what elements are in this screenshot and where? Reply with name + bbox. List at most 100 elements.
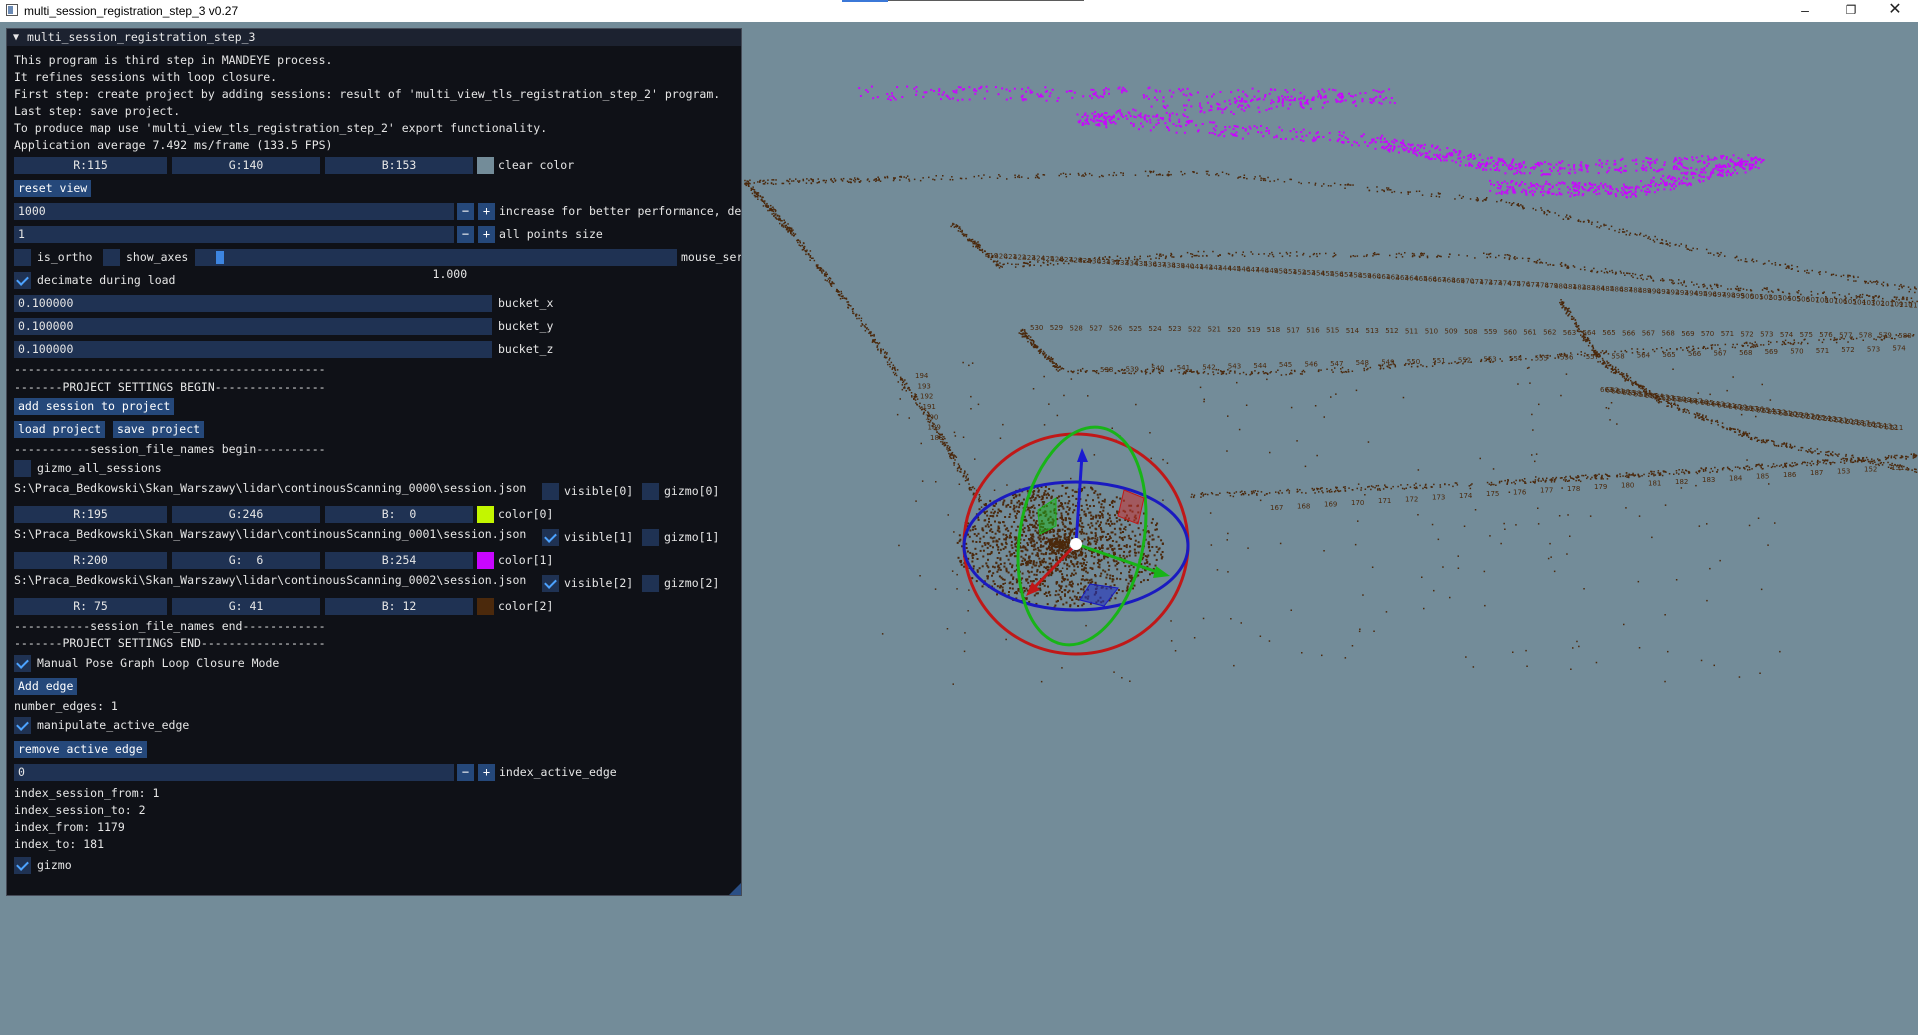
app-icon	[6, 4, 18, 16]
trajectory-index-label: 173	[1432, 494, 1445, 502]
trajectory-index-label: 538	[1100, 366, 1113, 374]
point-size-minus-button[interactable]: −	[457, 226, 474, 243]
add-edge-button[interactable]: Add edge	[14, 678, 78, 695]
decimation-plus-button[interactable]: +	[478, 203, 495, 220]
trajectory-index-label: 511	[1405, 327, 1418, 335]
session-0-path: S:\Praca_Bedkowski\Skan_Warszawy\lidar\c…	[14, 481, 527, 495]
session-0-color-g[interactable]: G:246	[167, 506, 320, 523]
remove-active-edge-button[interactable]: remove active edge	[14, 741, 147, 758]
session-1-gizmo-checkbox[interactable]	[642, 529, 659, 546]
gizmo-all-sessions-checkbox[interactable]	[14, 460, 31, 477]
bucket-z-label: bucket_z	[498, 342, 554, 356]
trajectory-index-label: 574	[1892, 345, 1906, 353]
restore-icon[interactable]: ❐	[1828, 0, 1874, 22]
fps-text: Application average 7.492 ms/frame (133.…	[14, 138, 333, 152]
is-ortho-checkbox[interactable]	[14, 249, 31, 266]
close-icon[interactable]: ✕	[1872, 0, 1918, 22]
session-0-color-b[interactable]: B: 0	[320, 506, 473, 523]
session-2-color-b[interactable]: B: 12	[320, 598, 473, 615]
session-names-end: -----------session_file_names end-------…	[14, 619, 326, 633]
session-1-color-label: color[1]	[498, 553, 554, 567]
clear-color-label: clear color	[498, 158, 575, 172]
session-1-gizmo-label: gizmo[1]	[664, 530, 720, 544]
trajectory-index-label: 550	[1407, 358, 1420, 366]
trajectory-index-label: 177	[1540, 487, 1553, 495]
add-session-button[interactable]: add session to project	[14, 398, 175, 415]
trajectory-index-label: 572	[1841, 346, 1854, 354]
bucket-x-input[interactable]: 0.100000	[14, 295, 492, 312]
session-1-color-b[interactable]: B:254	[320, 552, 473, 569]
session-2-color-label: color[2]	[498, 599, 554, 613]
session-1-visible-checkbox[interactable]	[542, 529, 559, 546]
mouse-sensitivity-grab[interactable]	[216, 251, 224, 264]
clear-color-swatch[interactable]	[477, 157, 494, 174]
trajectory-index-label: 185	[1756, 473, 1769, 481]
intro-line-3: First step: create project by adding ses…	[14, 87, 721, 101]
trajectory-index-label: 568	[1739, 349, 1752, 357]
show-axes-label: show_axes	[126, 250, 189, 264]
trajectory-index-label: 183	[1702, 476, 1715, 484]
trajectory-index-label: 543	[1228, 363, 1241, 371]
gizmo-center-handle[interactable]	[1070, 538, 1082, 550]
session-2-color-r[interactable]: R: 75	[14, 598, 167, 615]
session-0-gizmo-checkbox[interactable]	[642, 483, 659, 500]
session-0-color-swatch[interactable]	[477, 506, 494, 523]
session-1-color-swatch[interactable]	[477, 552, 494, 569]
trajectory-index-label: 557	[1586, 353, 1599, 361]
trajectory-index-label: 186	[1783, 471, 1797, 479]
separator-line: ----------------------------------------…	[14, 362, 326, 376]
index-active-edge-minus-button[interactable]: −	[457, 764, 474, 781]
session-1-color-g[interactable]: G: 6	[167, 552, 320, 569]
session-1-color-r[interactable]: R:200	[14, 552, 167, 569]
number-edges-text: number_edges: 1	[14, 699, 118, 713]
trajectory-index-label: 561	[1523, 328, 1536, 336]
trajectory-index-label: 176	[1513, 488, 1527, 496]
bucket-y-input[interactable]: 0.100000	[14, 318, 492, 335]
point-size-input[interactable]: 1	[14, 226, 454, 243]
manual-mode-checkbox[interactable]	[14, 655, 31, 672]
mouse-sensitivity-slider[interactable]: 1.000	[195, 249, 677, 281]
manipulate-active-edge-checkbox[interactable]	[14, 717, 31, 734]
gizmo-checkbox[interactable]	[14, 857, 31, 874]
trajectory-index-label: 194	[915, 372, 929, 380]
panel-header[interactable]: ▼ multi_session_registration_step_3	[7, 29, 741, 46]
session-0-visible-checkbox[interactable]	[542, 483, 559, 500]
decimate-during-load-checkbox[interactable]	[14, 272, 31, 289]
index-active-edge-plus-button[interactable]: +	[478, 764, 495, 781]
session-1-visible-label: visible[1]	[564, 530, 634, 544]
clear-color-g[interactable]: G:140	[167, 157, 320, 174]
session-2-visible-checkbox[interactable]	[542, 575, 559, 592]
index-session-to-text: index_session_to: 2	[14, 803, 146, 817]
trajectory-index-label: 184	[1729, 474, 1743, 482]
project-settings-end: -------PROJECT SETTINGS END-------------…	[14, 636, 326, 650]
show-axes-checkbox[interactable]	[103, 249, 120, 266]
point-size-plus-button[interactable]: +	[478, 226, 495, 243]
clear-color-b[interactable]: B:153	[320, 157, 473, 174]
decimation-input[interactable]: 1000	[14, 203, 454, 220]
trajectory-index-label: 523	[1168, 325, 1181, 333]
session-0-color-r[interactable]: R:195	[14, 506, 167, 523]
trajectory-index-label: 193	[918, 382, 931, 390]
load-project-button[interactable]: load project	[14, 421, 106, 438]
session-2-color-swatch[interactable]	[477, 598, 494, 615]
reset-view-button[interactable]: reset view	[14, 180, 92, 197]
minimize-icon[interactable]: –	[1782, 0, 1828, 22]
session-2-gizmo-checkbox[interactable]	[642, 575, 659, 592]
save-project-button[interactable]: save project	[113, 421, 205, 438]
is-ortho-label: is_ortho	[37, 250, 93, 264]
trajectory-index-label: 524	[1148, 325, 1162, 333]
index-active-edge-input[interactable]: 0	[14, 764, 454, 781]
manual-mode-label: Manual Pose Graph Loop Closure Mode	[37, 656, 280, 670]
bucket-z-input[interactable]: 0.100000	[14, 341, 492, 358]
session-2-color-g[interactable]: G: 41	[167, 598, 320, 615]
decimation-minus-button[interactable]: −	[457, 203, 474, 220]
trajectory-index-label: 191	[923, 403, 936, 411]
trajectory-index-label: 172	[1405, 495, 1418, 503]
clear-color-r[interactable]: R:115	[14, 157, 167, 174]
collapse-arrow-icon[interactable]: ▼	[13, 29, 19, 46]
panel-resize-grip[interactable]	[729, 883, 741, 895]
index-active-edge-label: index_active_edge	[499, 765, 617, 779]
trajectory-index-label: 565	[1602, 329, 1615, 337]
trajectory-index-label: 565	[1662, 351, 1675, 359]
trajectory-index-label: 111	[1909, 302, 1918, 310]
